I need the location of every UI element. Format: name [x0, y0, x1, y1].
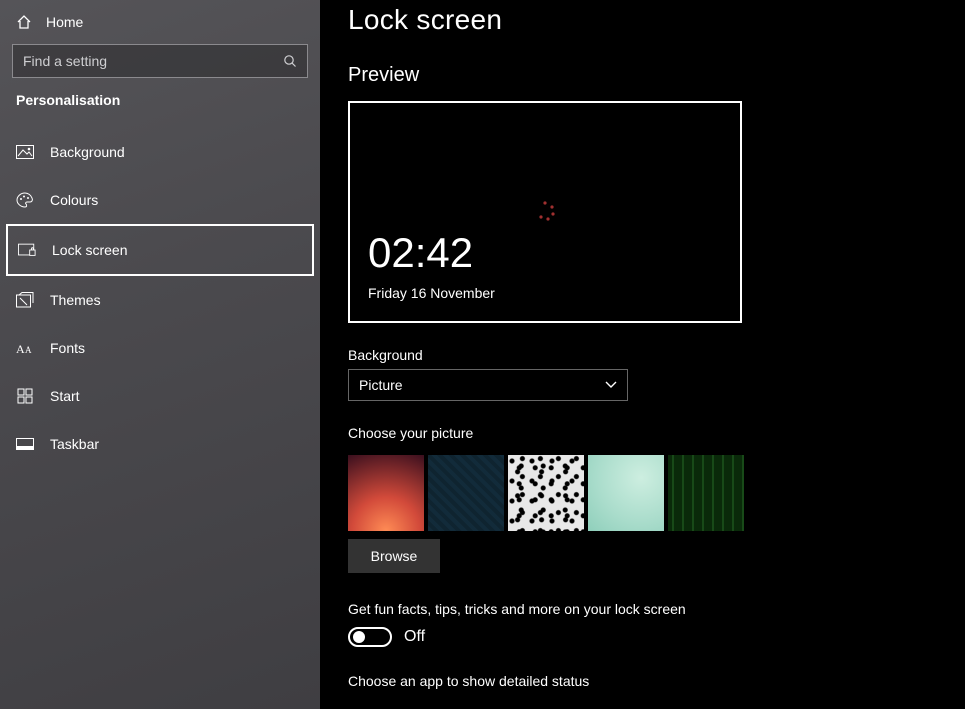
- nav-label: Start: [50, 388, 80, 404]
- nav-label: Background: [50, 144, 125, 160]
- settings-sidebar: Home Personalisation Background Colours …: [0, 0, 320, 709]
- page-title: Lock screen: [348, 0, 965, 36]
- nav-start[interactable]: Start: [0, 372, 320, 420]
- home-label: Home: [46, 14, 83, 30]
- picture-thumbnails: [348, 447, 965, 531]
- detailed-status-label: Choose an app to show detailed status: [348, 647, 965, 689]
- search-icon: [283, 54, 297, 68]
- nav-background[interactable]: Background: [0, 128, 320, 176]
- loading-spinner-icon: [532, 199, 558, 225]
- picture-thumb-5[interactable]: [668, 455, 744, 531]
- search-input[interactable]: [23, 53, 283, 69]
- lock-screen-icon: [18, 243, 36, 257]
- choose-picture-label: Choose your picture: [348, 401, 965, 447]
- palette-icon: [16, 192, 34, 208]
- background-select[interactable]: Picture: [348, 369, 628, 401]
- taskbar-icon: [16, 438, 34, 450]
- toggle-knob: [353, 631, 365, 643]
- search-box[interactable]: [12, 44, 308, 78]
- preview-time: 02:42: [368, 229, 473, 277]
- nav-label: Taskbar: [50, 436, 99, 452]
- category-title: Personalisation: [0, 92, 320, 118]
- background-value: Picture: [359, 377, 403, 393]
- fonts-icon: AA: [16, 341, 34, 355]
- browse-button[interactable]: Browse: [348, 539, 440, 573]
- preview-heading: Preview: [348, 36, 965, 101]
- picture-thumb-3[interactable]: [508, 455, 584, 531]
- fun-facts-toggle[interactable]: [348, 627, 392, 647]
- svg-text:A: A: [25, 345, 32, 355]
- nav-lock-screen[interactable]: Lock screen: [6, 224, 314, 276]
- picture-thumb-4[interactable]: [588, 455, 664, 531]
- home-nav[interactable]: Home: [0, 8, 320, 40]
- background-label: Background: [348, 323, 965, 369]
- main-content: Lock screen Preview 02:42 Friday 16 Nove…: [320, 0, 965, 709]
- svg-text:A: A: [16, 342, 25, 355]
- fun-facts-label: Get fun facts, tips, tricks and more on …: [348, 573, 965, 617]
- chevron-down-icon: [605, 381, 617, 389]
- nav-themes[interactable]: Themes: [0, 276, 320, 324]
- nav-label: Colours: [50, 192, 98, 208]
- themes-icon: [16, 292, 34, 308]
- home-icon: [16, 14, 32, 30]
- nav-fonts[interactable]: AA Fonts: [0, 324, 320, 372]
- nav-list: Background Colours Lock screen Themes AA: [0, 118, 320, 468]
- start-icon: [16, 388, 34, 404]
- nav-label: Lock screen: [52, 242, 127, 258]
- picture-thumb-2[interactable]: [428, 455, 504, 531]
- lock-screen-preview: 02:42 Friday 16 November: [348, 101, 742, 323]
- nav-taskbar[interactable]: Taskbar: [0, 420, 320, 468]
- nav-label: Fonts: [50, 340, 85, 356]
- preview-date: Friday 16 November: [368, 285, 495, 301]
- picture-icon: [16, 145, 34, 159]
- picture-thumb-1[interactable]: [348, 455, 424, 531]
- nav-colours[interactable]: Colours: [0, 176, 320, 224]
- nav-label: Themes: [50, 292, 101, 308]
- toggle-state: Off: [404, 628, 425, 646]
- fun-facts-toggle-row: Off: [348, 617, 965, 647]
